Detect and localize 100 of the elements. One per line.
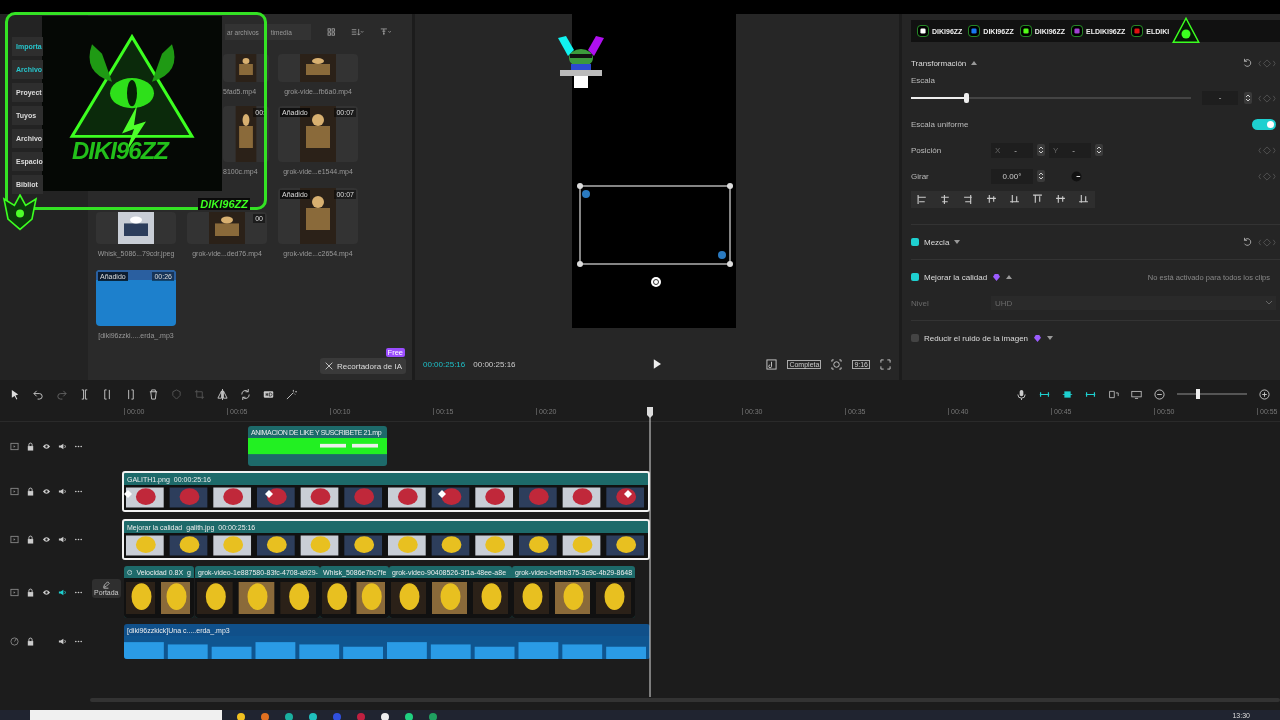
filter-icon[interactable] bbox=[379, 28, 392, 36]
preview-axis-icon[interactable] bbox=[1108, 388, 1119, 400]
align-icon[interactable] bbox=[1009, 194, 1020, 205]
caret-icon[interactable] bbox=[1006, 275, 1013, 279]
align-icon[interactable] bbox=[1032, 194, 1043, 205]
app-icon[interactable] bbox=[284, 710, 294, 720]
split-left-icon[interactable] bbox=[102, 388, 113, 400]
volume-icon[interactable] bbox=[58, 441, 67, 451]
magnet-icon[interactable] bbox=[1062, 388, 1073, 400]
grid-view-icon[interactable] bbox=[327, 28, 336, 36]
app-icon[interactable] bbox=[236, 710, 246, 720]
search-field[interactable] bbox=[30, 710, 222, 720]
screen-icon[interactable] bbox=[1131, 388, 1142, 400]
section-title[interactable]: Mezcla bbox=[924, 237, 950, 247]
stepper-icon[interactable] bbox=[1037, 144, 1045, 156]
redo-icon[interactable] bbox=[56, 388, 67, 400]
eye-icon[interactable] bbox=[42, 587, 51, 597]
tiktok-icon[interactable] bbox=[766, 358, 778, 370]
lock-icon[interactable] bbox=[26, 535, 35, 544]
volume-icon[interactable] bbox=[58, 487, 67, 496]
section-title[interactable]: Mejorar la calidad bbox=[924, 272, 988, 282]
diamond-icon bbox=[992, 273, 1002, 281]
zoom-out-icon[interactable] bbox=[1154, 388, 1165, 400]
eye-icon[interactable] bbox=[42, 441, 51, 451]
reset-icon[interactable] bbox=[1242, 58, 1252, 68]
stepper-icon[interactable] bbox=[1037, 170, 1045, 182]
section-title[interactable]: Reducir el ruido de la imagen bbox=[924, 333, 1029, 343]
lock-icon[interactable] bbox=[26, 587, 35, 597]
instagram-icon bbox=[1071, 25, 1084, 37]
enhance-checkbox[interactable] bbox=[911, 273, 919, 281]
align-icon[interactable] bbox=[940, 194, 951, 205]
magic-wand-icon[interactable] bbox=[286, 388, 297, 400]
ai-cutout-button[interactable]: Recortadora de IA bbox=[320, 358, 406, 374]
stepper-icon[interactable] bbox=[1244, 92, 1252, 104]
video-track-icon bbox=[10, 535, 19, 544]
align-icon[interactable] bbox=[917, 194, 928, 205]
video-track-icon bbox=[10, 587, 19, 597]
zoom-icon[interactable] bbox=[831, 358, 843, 370]
uniform-scale-toggle[interactable] bbox=[1252, 118, 1276, 130]
field-label: Nivel bbox=[911, 298, 930, 308]
rotation-dial-icon[interactable] bbox=[1071, 170, 1082, 182]
youtube-icon bbox=[1131, 25, 1144, 37]
align-icon[interactable] bbox=[1078, 194, 1089, 205]
app-icon[interactable] bbox=[308, 710, 318, 720]
volume-icon[interactable] bbox=[58, 637, 67, 646]
lock-icon[interactable] bbox=[26, 441, 35, 451]
stepper-icon[interactable] bbox=[1095, 144, 1103, 156]
app-icon[interactable] bbox=[380, 710, 390, 720]
x-field[interactable]: X - bbox=[991, 142, 1033, 158]
selection-frame[interactable] bbox=[577, 183, 733, 267]
scale-field[interactable]: - bbox=[1202, 91, 1238, 105]
align-icon[interactable] bbox=[1055, 194, 1066, 205]
keyframe-icon[interactable] bbox=[438, 490, 447, 498]
fullscreen-icon[interactable] bbox=[880, 358, 891, 370]
keyframe-icon[interactable] bbox=[265, 490, 274, 498]
keyframe-icon[interactable] bbox=[124, 490, 132, 498]
split-icon[interactable] bbox=[79, 388, 90, 400]
caret-icon[interactable] bbox=[954, 240, 961, 244]
volume-icon[interactable] bbox=[58, 587, 67, 597]
audio-track-icon bbox=[10, 637, 19, 646]
slider-thumb[interactable] bbox=[1196, 389, 1200, 399]
field-label: Escala bbox=[911, 76, 936, 85]
play-icon[interactable] bbox=[653, 359, 661, 369]
facebook-icon bbox=[968, 25, 981, 37]
align-icon[interactable] bbox=[986, 194, 997, 205]
delete-icon[interactable] bbox=[148, 388, 159, 400]
diamond-icon bbox=[1033, 334, 1043, 342]
playhead[interactable] bbox=[645, 407, 655, 697]
channel-name: DIKI96ZZ bbox=[198, 198, 250, 210]
rotate-handle-icon[interactable] bbox=[650, 276, 662, 288]
reset-icon[interactable] bbox=[1242, 237, 1252, 247]
field-label: Girar bbox=[911, 171, 930, 181]
rotate-icon[interactable] bbox=[240, 388, 251, 400]
caret-icon[interactable] bbox=[971, 61, 978, 65]
current-time: 00:00:25:16 bbox=[423, 359, 466, 369]
microphone-icon[interactable] bbox=[1016, 388, 1027, 400]
cursor-icon[interactable] bbox=[10, 388, 21, 400]
blend-checkbox[interactable] bbox=[911, 238, 919, 246]
align-icon[interactable] bbox=[963, 194, 974, 205]
zoom-in-icon[interactable] bbox=[1259, 388, 1270, 400]
section-title[interactable]: Transformación bbox=[911, 58, 967, 68]
eye-icon[interactable] bbox=[42, 487, 51, 496]
denoise-checkbox[interactable] bbox=[911, 334, 919, 342]
undo-icon[interactable] bbox=[33, 388, 44, 400]
caret-icon[interactable] bbox=[1047, 336, 1054, 340]
sort-icon[interactable] bbox=[351, 28, 364, 36]
emblem-icon bbox=[0, 191, 40, 231]
hd-icon[interactable] bbox=[263, 388, 274, 400]
chevron-icon bbox=[1266, 301, 1272, 305]
video-track-icon bbox=[10, 487, 19, 496]
rotation-field[interactable]: 0.00° bbox=[991, 168, 1033, 184]
split-right-icon[interactable] bbox=[125, 388, 136, 400]
app-icon[interactable] bbox=[404, 710, 414, 720]
slider-thumb[interactable] bbox=[964, 93, 969, 103]
pencil-icon bbox=[102, 581, 111, 589]
lock-icon[interactable] bbox=[26, 487, 35, 496]
mirror-icon[interactable] bbox=[217, 388, 228, 400]
lock-icon[interactable] bbox=[26, 637, 35, 646]
eye-icon[interactable] bbox=[42, 535, 51, 544]
volume-icon[interactable] bbox=[58, 535, 67, 544]
